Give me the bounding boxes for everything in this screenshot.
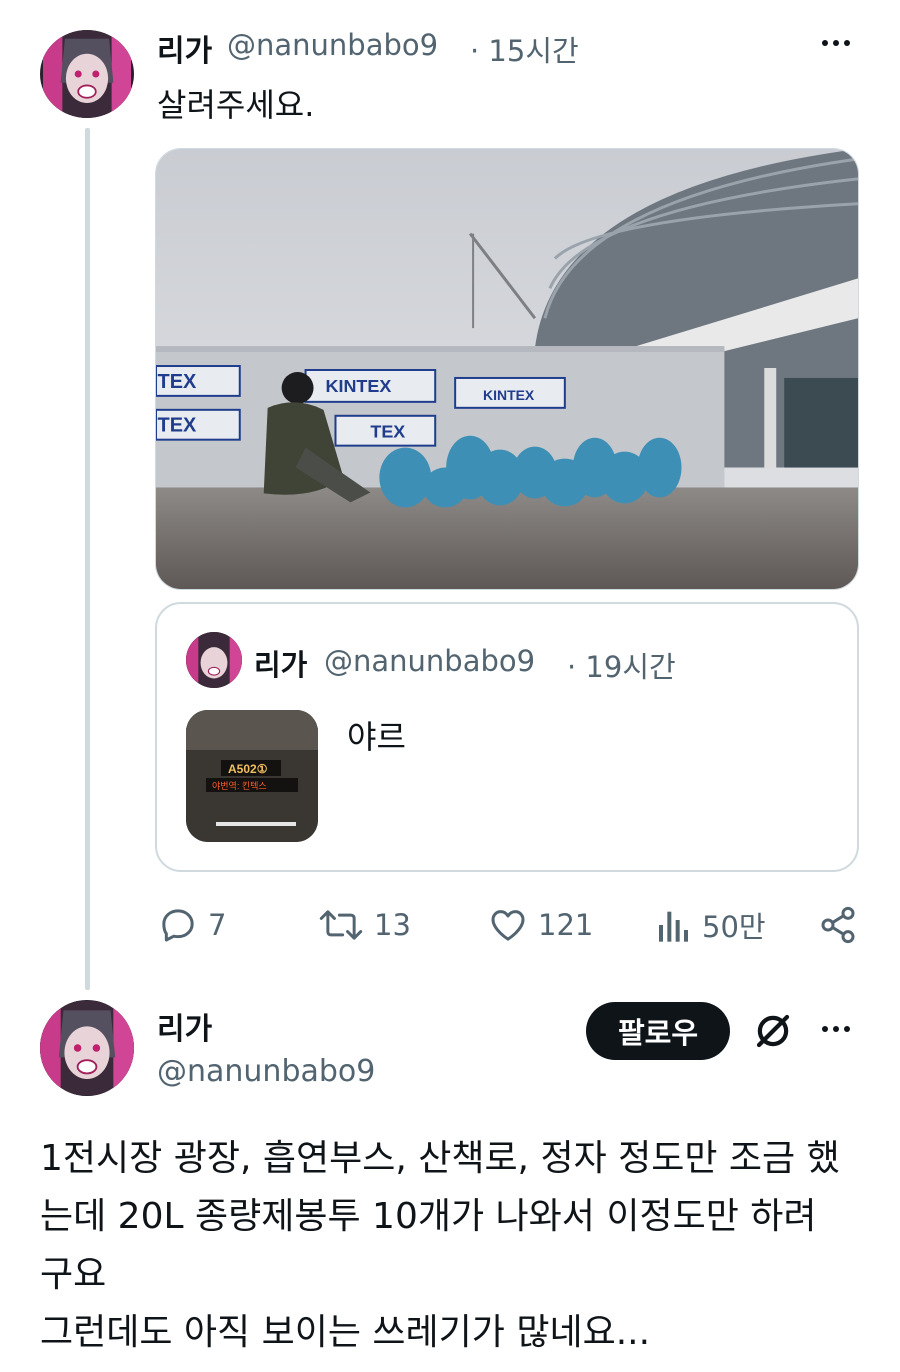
share-button[interactable] <box>818 900 858 950</box>
thumb-sign: A502① <box>228 762 268 776</box>
reply-text-line: 그런데도 아직 보이는 쓰레기가 많네요... <box>40 1312 651 1353</box>
avatar-image <box>40 1001 134 1095</box>
thumbnail-image: A502① 야번역: 킨텍스 <box>186 710 318 842</box>
sign-text: KINTEX <box>483 387 535 403</box>
retweet-count: 13 <box>374 908 411 942</box>
avatar-image <box>43 30 131 118</box>
tweet-photo[interactable]: ITEX ITEX KINTEX TEX KINTEX <box>155 148 859 590</box>
retweet-button[interactable]: 13 <box>318 900 411 950</box>
follow-button[interactable]: 팔로우 <box>586 1002 730 1060</box>
reply-avatar[interactable] <box>40 1000 134 1096</box>
reply-text: 1전시장 광장, 흡연부스, 산책로, 정자 정도만 조금 했 는데 20L 종… <box>40 1130 870 1362</box>
reply-text-line: 는데 20L 종량제봉투 10개가 나와서 이정도만 하려 <box>40 1196 817 1237</box>
sign-text: ITEX <box>156 371 197 393</box>
avatar[interactable] <box>40 30 134 118</box>
thread-line <box>85 128 90 990</box>
reply-more-options-icon[interactable] <box>822 1026 850 1032</box>
quoted-avatar[interactable] <box>186 632 242 688</box>
reply-count: 7 <box>208 908 227 942</box>
reply-button[interactable]: 7 <box>158 900 226 950</box>
quoted-author-handle: @nanunbabo9 <box>324 644 536 678</box>
reply-text-line: 1전시장 광장, 흡연부스, 산책로, 정자 정도만 조금 했 <box>40 1138 840 1179</box>
avatar-image <box>186 632 242 688</box>
sign-text: ITEX <box>156 415 197 437</box>
author-handle[interactable]: @nanunbabo9 <box>227 28 438 62</box>
share-icon <box>821 906 855 944</box>
heart-icon <box>491 910 525 941</box>
reply-author-handle[interactable]: @nanunbabo9 <box>157 1054 375 1089</box>
sign-text: TEX <box>370 422 405 442</box>
tweet-text: 살려주세요. <box>157 86 315 124</box>
photo-image: ITEX ITEX KINTEX TEX KINTEX <box>156 149 858 589</box>
views-count: 50만 <box>702 910 766 944</box>
quoted-time: · 19시간 <box>567 650 676 684</box>
retweet-icon <box>319 910 363 940</box>
grok-icon[interactable] <box>752 1010 794 1052</box>
views-icon <box>659 911 688 942</box>
reply-icon <box>162 909 194 942</box>
like-button[interactable]: 121 <box>488 900 593 950</box>
reply-author-name[interactable]: 리가 <box>157 1004 212 1048</box>
quoted-text: 야르 <box>347 718 406 756</box>
tweet-time[interactable]: · 15시간 <box>470 28 579 70</box>
quoted-author-name: 리가 <box>254 648 308 682</box>
thumb-sign: 야번역: 킨텍스 <box>212 781 267 791</box>
sign-text: KINTEX <box>326 376 392 396</box>
quoted-thumbnail[interactable]: A502① 야번역: 킨텍스 <box>186 710 318 842</box>
views-button[interactable]: 50만 <box>656 900 766 950</box>
reply-text-line: 구요 <box>40 1254 107 1295</box>
author-name[interactable]: 리가 <box>157 26 212 70</box>
more-options-icon[interactable] <box>822 40 850 46</box>
like-count: 121 <box>538 908 594 942</box>
